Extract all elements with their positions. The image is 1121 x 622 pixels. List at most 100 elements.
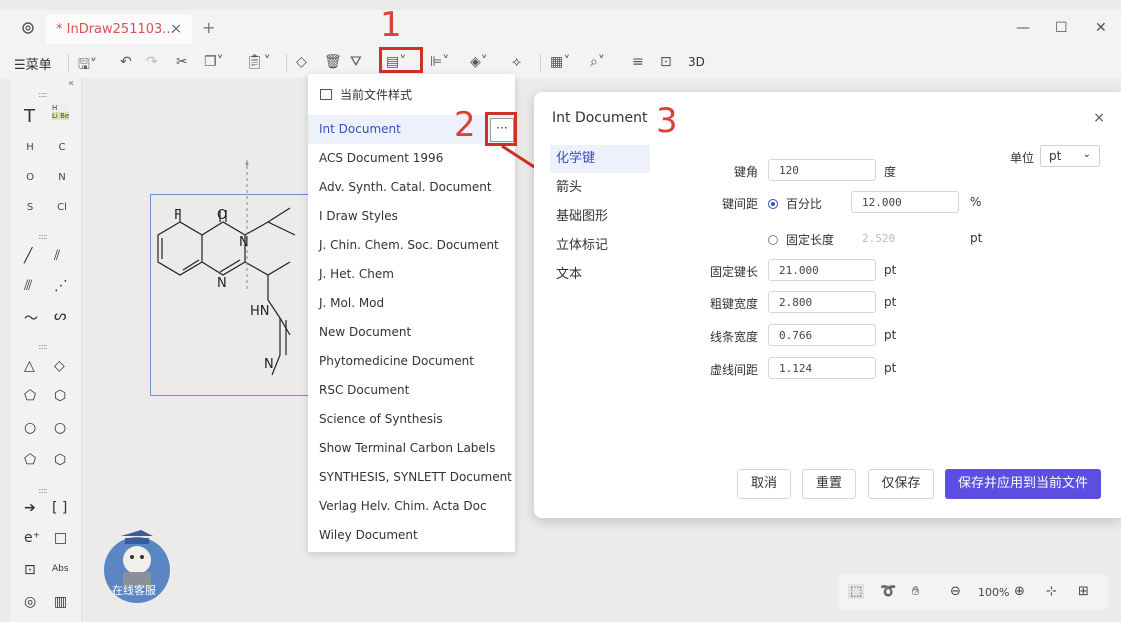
style-item-int-document[interactable]: Int Document bbox=[308, 115, 515, 144]
triple-bond-icon[interactable]: ⫻ bbox=[24, 278, 32, 294]
cancel-button[interactable]: 取消 bbox=[737, 469, 791, 499]
square-ring-icon[interactable]: ◇ bbox=[54, 358, 65, 374]
style-item[interactable]: J. Het. Chem bbox=[308, 260, 515, 289]
fixed-length-radio[interactable]: 固定长度 bbox=[768, 231, 834, 248]
element-O[interactable]: O bbox=[14, 164, 46, 190]
element-H[interactable]: H bbox=[14, 134, 46, 160]
octagon-ring-icon[interactable]: ○ bbox=[54, 420, 66, 436]
reset-button[interactable]: 重置 bbox=[802, 469, 856, 499]
atom-N2[interactable]: N bbox=[217, 276, 227, 291]
periodic-table-tool[interactable]: H Li Be bbox=[52, 104, 70, 120]
minimize-button[interactable]: — bbox=[1016, 20, 1030, 36]
grid-toggle-icon[interactable]: ⊞ bbox=[1078, 584, 1089, 599]
cyclopentadiene-icon[interactable]: ⬠ bbox=[24, 452, 36, 468]
copy-icon[interactable]: ❐˅ bbox=[204, 54, 224, 70]
eraser-icon[interactable]: ◇ bbox=[296, 54, 307, 70]
grid-icon[interactable]: ▦˅ bbox=[550, 54, 570, 70]
fit-view-icon[interactable]: ⊹ bbox=[1046, 584, 1057, 599]
rectangle-icon[interactable]: □ bbox=[54, 530, 67, 546]
scan-icon[interactable]: ⊡ bbox=[660, 54, 672, 70]
save-and-apply-button[interactable]: 保存并应用到当前文件 bbox=[945, 469, 1101, 499]
atom-O[interactable]: O bbox=[217, 208, 227, 223]
support-label[interactable]: 在线客服 bbox=[112, 582, 156, 598]
menu-button[interactable]: ☰菜单 bbox=[14, 54, 52, 73]
group-icon[interactable]: ◈˅ bbox=[470, 54, 488, 70]
fixed-bond-length-input[interactable] bbox=[768, 259, 876, 281]
app-settings-icon[interactable] bbox=[20, 20, 36, 36]
library-icon[interactable]: ▥ bbox=[54, 594, 67, 610]
bold-width-input[interactable] bbox=[768, 291, 876, 313]
element-Cl[interactable]: Cl bbox=[46, 194, 78, 220]
nav-bond[interactable]: 化学键 bbox=[550, 145, 650, 173]
select-cursor-icon[interactable]: ⬚ bbox=[848, 584, 865, 599]
abbreviation-icon[interactable]: Abs bbox=[52, 564, 69, 574]
current-file-style-item[interactable]: 当前文件样式 bbox=[320, 86, 412, 103]
arrow-icon[interactable]: ➔ bbox=[24, 500, 36, 516]
style-item[interactable]: Verlag Helv. Chim. Acta Doc bbox=[308, 492, 515, 521]
heptagon-ring-icon[interactable]: ○ bbox=[24, 420, 36, 436]
chain-icon[interactable]: 〜 bbox=[24, 308, 38, 328]
hand-icon[interactable]: ✋︎ bbox=[912, 584, 919, 599]
single-bond-icon[interactable]: ╱ bbox=[24, 248, 32, 264]
nav-arrow[interactable]: 箭头 bbox=[550, 174, 650, 202]
zoom-in-icon[interactable]: ⊕ bbox=[1014, 584, 1025, 599]
charge-icon[interactable]: e⁺ bbox=[24, 530, 40, 546]
new-tab-button[interactable]: + bbox=[202, 18, 215, 37]
benzene-icon[interactable]: ⬡ bbox=[54, 452, 66, 468]
text-tool[interactable]: T bbox=[24, 106, 35, 127]
cut-icon[interactable]: ✂ bbox=[176, 54, 188, 70]
undo-icon[interactable]: ↶ bbox=[120, 54, 132, 70]
molecule-drawing[interactable] bbox=[150, 160, 310, 400]
collapse-icon[interactable]: « bbox=[68, 78, 74, 89]
element-S[interactable]: S bbox=[14, 194, 46, 220]
maximize-button[interactable]: ☐ bbox=[1055, 20, 1068, 36]
list-search-icon[interactable]: ≡ bbox=[632, 54, 644, 70]
style-item[interactable]: SYNTHESIS, SYNLETT Document bbox=[308, 463, 515, 492]
style-item[interactable]: I Draw Styles bbox=[308, 202, 515, 231]
close-icon[interactable]: × bbox=[1093, 110, 1105, 126]
element-N[interactable]: N bbox=[46, 164, 78, 190]
style-item[interactable]: ACS Document 1996 bbox=[308, 144, 515, 173]
style-item[interactable]: J. Chin. Chem. Soc. Document bbox=[308, 231, 515, 260]
style-item[interactable]: J. Mol. Mod bbox=[308, 289, 515, 318]
bond-angle-input[interactable] bbox=[768, 159, 876, 181]
align-icon[interactable]: ⊫˅ bbox=[430, 54, 449, 70]
save-only-button[interactable]: 仅保存 bbox=[868, 469, 934, 499]
style-item[interactable]: New Document bbox=[308, 318, 515, 347]
percent-radio[interactable]: 百分比 bbox=[768, 195, 822, 212]
target-icon[interactable]: ◎ bbox=[24, 594, 36, 610]
style-item[interactable]: RSC Document bbox=[308, 376, 515, 405]
nav-basic-shape[interactable]: 基础图形 bbox=[550, 203, 650, 231]
label-tool-icon[interactable]: ⊡ bbox=[24, 562, 36, 578]
close-window-button[interactable]: ✕ bbox=[1095, 20, 1107, 36]
search-icon[interactable]: ⌕˅ bbox=[590, 54, 605, 70]
hexagon-ring-icon[interactable]: ⬡ bbox=[54, 388, 66, 404]
save-icon[interactable]: 🖫˅ bbox=[78, 54, 97, 78]
double-bond-icon[interactable]: ⫽ bbox=[54, 248, 60, 264]
lasso-icon[interactable]: ➰ bbox=[880, 584, 896, 599]
percent-input[interactable] bbox=[851, 191, 959, 213]
redo-icon[interactable]: ↷ bbox=[146, 54, 158, 70]
document-tab[interactable]: * InDraw251103... × bbox=[46, 14, 192, 44]
fill-icon[interactable]: ⛛ bbox=[350, 54, 362, 70]
bracket-icon[interactable]: [ ] bbox=[52, 500, 67, 516]
style-item[interactable]: Adv. Synth. Catal. Document bbox=[308, 173, 515, 202]
dash-spacing-input[interactable] bbox=[768, 357, 876, 379]
style-item[interactable]: Wiley Document bbox=[308, 521, 515, 550]
style-item[interactable]: Show Terminal Carbon Labels bbox=[308, 434, 515, 463]
dashed-bond-icon[interactable]: ⋰ bbox=[54, 278, 68, 294]
atom-HN[interactable]: HN bbox=[250, 304, 270, 319]
flip-icon[interactable]: ⟡ bbox=[512, 54, 521, 70]
curve-icon[interactable]: ᔕ bbox=[54, 308, 66, 324]
style-item[interactable]: Phytomedicine Document bbox=[308, 347, 515, 376]
trash-icon[interactable]: 🗑︎ bbox=[324, 54, 342, 70]
atom-F[interactable]: F bbox=[174, 208, 181, 223]
style-item[interactable]: Science of Synthesis bbox=[308, 405, 515, 434]
zoom-out-icon[interactable]: ⊖ bbox=[950, 584, 961, 599]
line-width-input[interactable] bbox=[768, 324, 876, 346]
nav-stereo-mark[interactable]: 立体标记 bbox=[550, 232, 650, 260]
atom-N3[interactable]: N bbox=[264, 357, 274, 372]
fixed-length-input[interactable] bbox=[851, 227, 959, 249]
pentagon-ring-icon[interactable]: ⬠ bbox=[24, 388, 36, 404]
element-C[interactable]: C bbox=[46, 134, 78, 160]
